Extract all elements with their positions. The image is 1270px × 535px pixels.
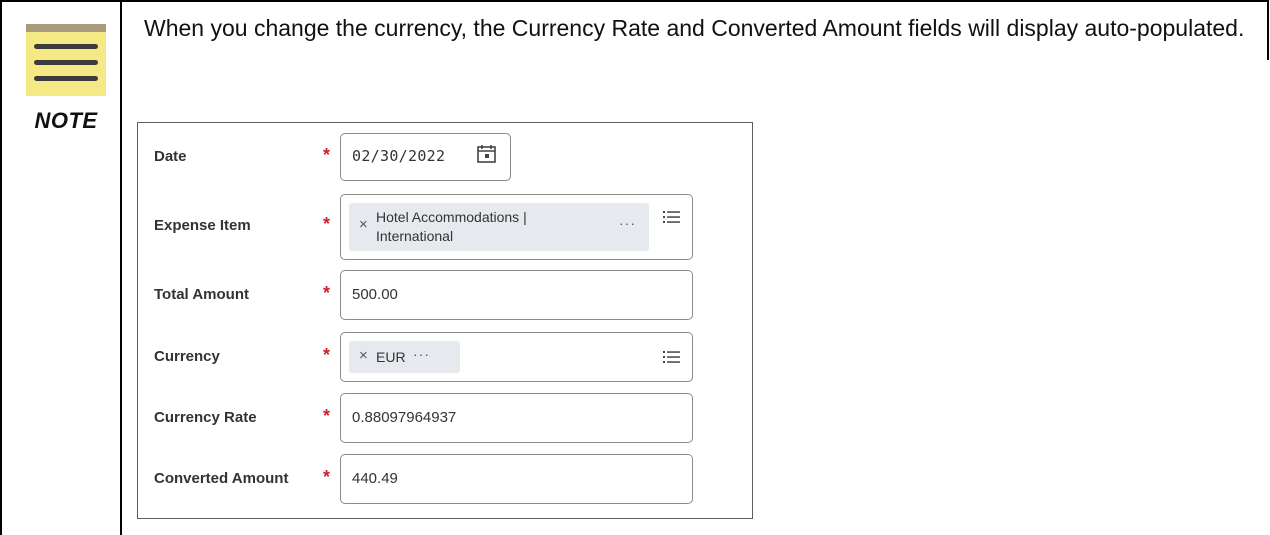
expense-item-label: Expense Item: [154, 217, 251, 234]
list-icon[interactable]: [663, 350, 680, 364]
note-icon: NOTE: [26, 24, 106, 133]
calendar-icon[interactable]: [477, 145, 496, 163]
required-star: *: [323, 145, 331, 165]
converted-amount-input[interactable]: 440.49: [340, 454, 693, 504]
expense-item-input[interactable]: × Hotel Accommodations | International ·…: [340, 194, 693, 260]
converted-amount-label: Converted Amount: [154, 470, 289, 487]
total-amount-label: Total Amount: [154, 286, 249, 303]
table-border-divider: [120, 0, 122, 535]
note-text: When you change the currency, the Curren…: [144, 15, 1245, 41]
date-value: 02/30/2022: [352, 147, 446, 165]
more-icon[interactable]: ···: [413, 346, 430, 362]
currency-rate-label: Currency Rate: [154, 409, 257, 426]
remove-icon[interactable]: ×: [359, 216, 368, 233]
required-star: *: [323, 406, 331, 426]
expense-item-value-line1: Hotel Accommodations |: [376, 209, 527, 225]
required-star: *: [323, 345, 331, 365]
table-border-top: [0, 0, 1269, 2]
table-border-left: [0, 0, 2, 535]
converted-amount-value: 440.49: [352, 470, 398, 487]
table-border-right: [1267, 0, 1269, 60]
required-star: *: [323, 214, 331, 234]
total-amount-input[interactable]: 500.00: [340, 270, 693, 320]
expense-item-row: Expense Item * × Hotel Accommodations | …: [138, 194, 752, 260]
date-row: Date * 02/30/2022: [138, 133, 752, 183]
currency-label: Currency: [154, 348, 220, 365]
currency-row: Currency * × EUR ···: [138, 332, 752, 382]
currency-rate-value: 0.88097964937: [352, 409, 457, 426]
note-paper: [26, 24, 106, 96]
currency-value: EUR: [376, 349, 406, 365]
expense-form-screenshot: Date * 02/30/2022 Expense Item * × Hotel…: [137, 122, 753, 519]
expense-item-value-line2: International: [376, 228, 454, 244]
date-label: Date: [154, 148, 187, 165]
currency-rate-input[interactable]: 0.88097964937: [340, 393, 693, 443]
expense-item-pill[interactable]: × Hotel Accommodations | International ·…: [349, 203, 649, 251]
currency-pill[interactable]: × EUR ···: [349, 341, 460, 373]
remove-icon[interactable]: ×: [359, 347, 368, 364]
total-amount-value: 500.00: [352, 286, 398, 303]
converted-amount-row: Converted Amount * 440.49: [138, 454, 752, 504]
currency-rate-row: Currency Rate * 0.88097964937: [138, 393, 752, 443]
required-star: *: [323, 467, 331, 487]
total-amount-row: Total Amount * 500.00: [138, 270, 752, 320]
note-label: NOTE: [34, 108, 98, 133]
required-star: *: [323, 283, 331, 303]
date-input[interactable]: 02/30/2022: [340, 133, 511, 181]
more-icon[interactable]: ···: [619, 215, 636, 231]
list-icon[interactable]: [663, 210, 680, 224]
currency-input[interactable]: × EUR ···: [340, 332, 693, 382]
